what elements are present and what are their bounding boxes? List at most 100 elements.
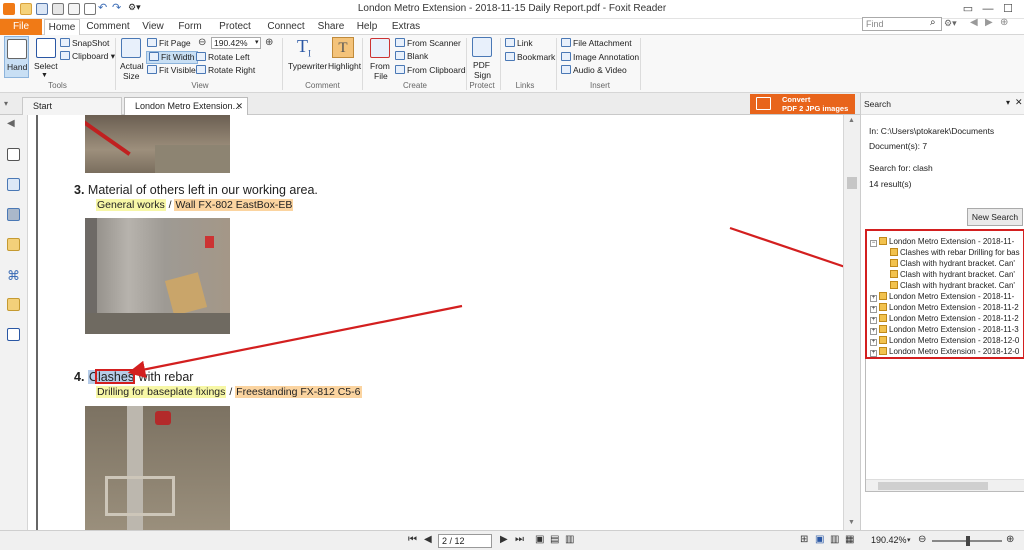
file-attachment-button[interactable]: File Attachment [561,38,632,49]
scroll-up-icon[interactable]: ▲ [848,117,855,124]
pages-icon[interactable] [7,148,20,161]
fit-page-button[interactable]: Fit Page [147,38,191,49]
signature-icon[interactable] [7,328,20,341]
tab-help[interactable]: Help [354,19,380,35]
tab-protect[interactable]: Protect [215,19,255,35]
next-page-icon[interactable]: ▶ [500,534,508,545]
facing-icon[interactable]: ▥ [565,534,574,545]
first-page-icon[interactable]: ⏮ [408,534,417,545]
hand-label: Hand [7,62,28,72]
grid-view-icon[interactable]: ▦ [845,534,854,545]
comments-icon[interactable] [7,208,20,221]
audio-video-button[interactable]: Audio & Video [561,65,627,76]
help-icon[interactable]: ⊕ [1000,17,1008,28]
photo-wall-area [85,218,230,334]
last-page-icon[interactable]: ⏭ [515,534,524,545]
rotate-right-button[interactable]: Rotate Right [196,65,255,76]
tab-document[interactable]: London Metro Extension... ✕ [124,97,248,115]
minimize-icon[interactable]: — [978,2,998,17]
vertical-scrollbar[interactable]: ▲ ▼ [843,115,860,530]
item-4-tags: Drilling for baseplate fixings / Freesta… [96,386,362,398]
zoom-out-icon[interactable]: ⊖ [198,37,206,48]
tab-file[interactable]: File [0,19,42,35]
zoom-in-icon[interactable]: ⊕ [265,37,273,48]
tab-share[interactable]: Share [316,19,346,35]
zoom-menu-icon[interactable]: ▾ [907,536,911,544]
document-view[interactable]: 3. Material of others left in our workin… [28,115,843,530]
panel-menu-icon[interactable]: ▾ [1006,98,1010,107]
rotate-left-button[interactable]: Rotate Left [196,52,250,63]
from-file-icon [370,38,390,58]
snapshot-button[interactable]: SnapShot [60,38,109,49]
group-label-comment: Comment [305,81,340,90]
new-search-button[interactable]: New Search [967,208,1023,226]
clipboard-button[interactable]: Clipboard ▾ [60,51,115,62]
zoom-slider-thumb[interactable] [966,536,970,546]
search-panel-title: Search [864,99,891,109]
search-icon[interactable]: ⌕ [930,17,936,28]
results-hscrollbar[interactable] [866,479,1024,491]
zoom-out-icon[interactable]: ⊖ [918,534,926,545]
tab-start[interactable]: Start [22,97,122,115]
dual-view-icon[interactable]: ▥ [830,534,839,545]
blank-button[interactable]: Blank [395,51,428,62]
prev-view-icon[interactable]: ◀ [970,17,978,28]
restore-ribbon-icon[interactable]: ▭ [958,2,978,17]
tab-extras[interactable]: Extras [390,19,422,35]
from-scanner-button[interactable]: From Scanner [395,38,461,49]
tab-view[interactable]: View [138,19,168,35]
single-page-icon[interactable]: ▣ [535,534,544,545]
tabs-menu-icon[interactable]: ▾ [4,99,8,108]
convert-banner[interactable]: Convert PDF 2 JPG images [750,94,855,114]
fit-page-icon [147,38,157,47]
scroll-down-icon[interactable]: ▼ [848,519,855,526]
status-bar: ⏮ ◀ 2 / 12 ▶ ⏭ ▣ ▤ ▥ ⊞ ▣ ▥ ▦ 190.42% ▾ ⊖… [0,530,1024,550]
item-3: 3. Material of others left in our workin… [74,183,318,197]
image-icon [561,52,571,61]
zoom-select[interactable]: 190.42% [211,37,261,49]
from-clipboard-button[interactable]: From Clipboard [395,65,466,76]
search-term: Search for: clash [869,163,933,173]
rotate-right-icon [196,65,206,74]
maximize-icon[interactable]: ☐ [998,2,1018,17]
single-view-icon[interactable]: ▣ [815,534,824,545]
rotate-left-icon [196,52,206,61]
group-label-links: Links [515,81,535,90]
tab-comment[interactable]: Comment [84,19,132,35]
image-annotation-button[interactable]: Image Annotation [561,52,639,63]
tag-drilling: Drilling for baseplate fixings [96,386,227,398]
close-icon[interactable]: ✕ [1015,97,1023,108]
blank-page-icon [395,51,405,60]
zoom-dropdown-icon[interactable]: ▾ [255,38,259,46]
select-icon [36,38,56,58]
layers-icon[interactable] [7,178,20,191]
tab-home[interactable]: Home [44,19,80,36]
close-tab-icon[interactable]: ✕ [235,98,243,115]
page-number-input[interactable]: 2 / 12 [438,534,492,548]
continuous-icon[interactable]: ▤ [550,534,559,545]
zoom-in-icon[interactable]: ⊕ [1006,534,1014,545]
attachments-icon[interactable] [7,238,20,251]
fit-view-icon[interactable]: ⊞ [800,534,808,545]
search-options-icon[interactable]: ⚙▾ [944,18,957,29]
hand-button[interactable]: Hand [4,36,29,78]
fit-width-button[interactable]: Fit Width [146,51,198,64]
scroll-thumb[interactable] [847,177,857,189]
lock-icon[interactable] [7,298,20,311]
zoom-slider[interactable] [932,536,1002,546]
bookmark-button[interactable]: Bookmark [505,52,555,63]
fit-visible-button[interactable]: Fit Visible [147,65,196,76]
document-count: Document(s): 7 [869,141,928,151]
prev-page-icon[interactable]: ◀ [424,534,432,545]
pdf-sign-icon [472,37,492,57]
bookmarks-icon[interactable]: ◀ [7,118,20,131]
search-location: In: C:\Users\ptokarek\Documents [869,126,995,136]
tag-freestanding: Freestanding FX-812 C5-6 [235,386,362,398]
tab-connect[interactable]: Connect [265,19,307,35]
tab-form[interactable]: Form [175,19,205,35]
pdf-page: 3. Material of others left in our workin… [36,115,836,530]
paperclip-icon[interactable]: ⌘ [7,268,20,283]
next-view-icon[interactable]: ▶ [985,17,993,28]
document-tabs: ▾ Start London Metro Extension... ✕ [0,93,860,115]
link-button[interactable]: Link [505,38,533,49]
